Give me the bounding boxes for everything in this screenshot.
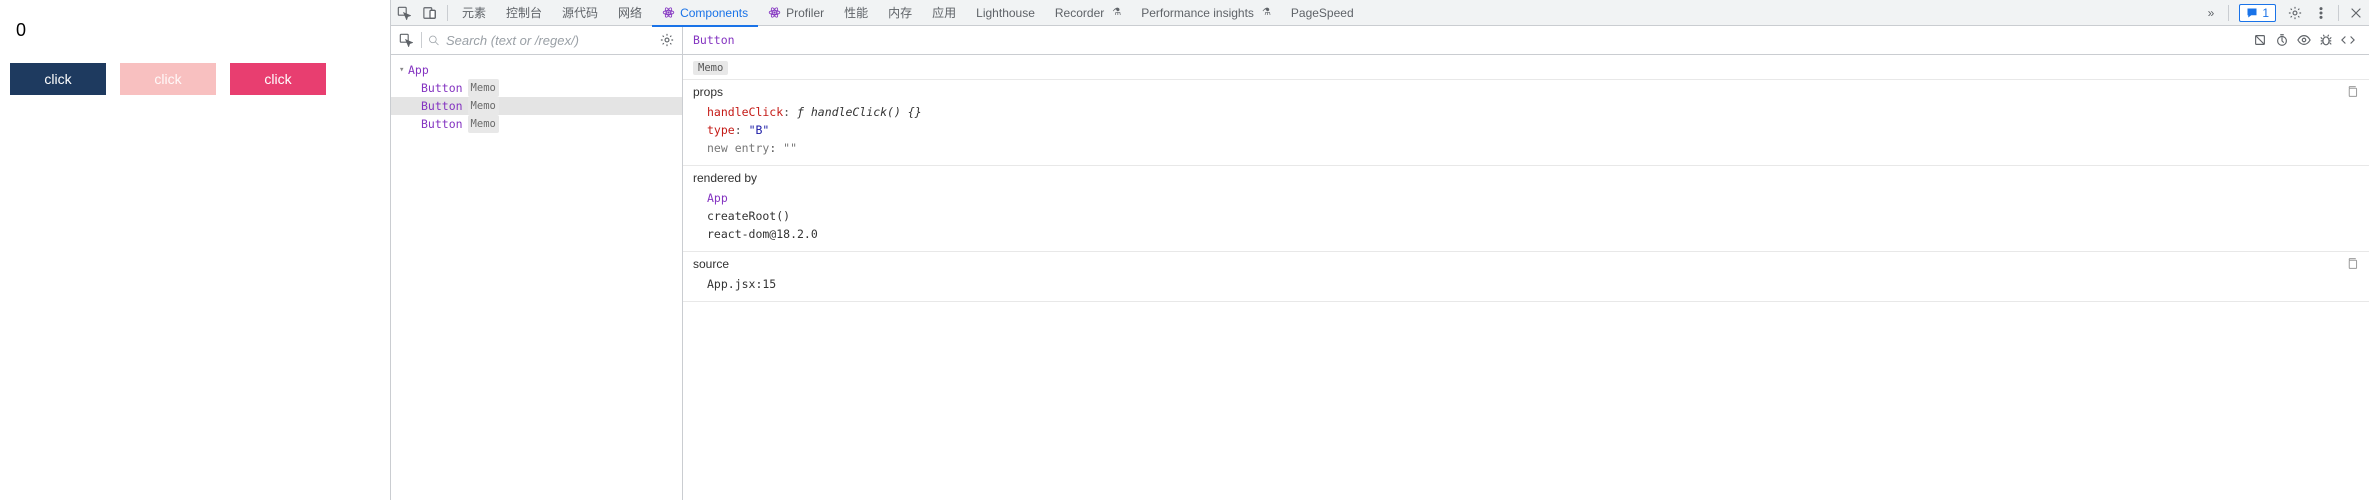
- memo-badge: Memo: [468, 97, 499, 115]
- button-row: click click click: [10, 63, 380, 95]
- rendered-by-section: rendered by App createRoot() react-dom@1…: [683, 166, 2369, 252]
- flask-icon: ⚗: [1262, 7, 1271, 18]
- eye-icon[interactable]: [2293, 29, 2315, 51]
- tree-row-button[interactable]: Button Memo: [391, 79, 682, 97]
- tab-application[interactable]: 应用: [922, 0, 966, 26]
- tab-elements[interactable]: 元素: [452, 0, 496, 26]
- component-tree-column: ▾ App Button Memo Button Memo Button Mem…: [391, 26, 683, 500]
- react-icon: [662, 6, 675, 19]
- memo-badge: Memo: [693, 61, 728, 75]
- search-icon: [428, 34, 440, 47]
- source-row[interactable]: App.jsx:15: [693, 275, 2359, 293]
- source-section: source App.jsx:15: [683, 252, 2369, 302]
- tab-recorder[interactable]: Recorder⚗: [1045, 0, 1131, 26]
- chevron-down-icon: ▾: [399, 61, 408, 79]
- rendered-row[interactable]: createRoot(): [693, 207, 2359, 225]
- rendered-by-heading: rendered by: [693, 171, 757, 185]
- memo-badge: Memo: [468, 115, 499, 133]
- device-toolbar-icon[interactable]: [417, 0, 443, 26]
- rendered-row[interactable]: react-dom@18.2.0: [693, 225, 2359, 243]
- click-button-1[interactable]: click: [10, 63, 106, 95]
- tree-row-button[interactable]: Button Memo: [391, 97, 682, 115]
- page-preview: 0 click click click: [0, 0, 390, 500]
- click-button-2[interactable]: click: [120, 63, 216, 95]
- tab-network[interactable]: 网络: [608, 0, 652, 26]
- devtools-tabstrip: 元素 控制台 源代码 网络 Components Profiler 性能 内存 …: [391, 0, 2369, 26]
- inspect-element-icon[interactable]: [391, 0, 417, 26]
- bug-icon[interactable]: [2315, 29, 2337, 51]
- tab-pagespeed[interactable]: PageSpeed: [1281, 0, 1364, 26]
- hoc-line: Memo: [683, 55, 2369, 80]
- tab-sources[interactable]: 源代码: [552, 0, 608, 26]
- tree-row-button[interactable]: Button Memo: [391, 115, 682, 133]
- tree-row-app[interactable]: ▾ App: [391, 61, 682, 79]
- tab-lighthouse[interactable]: Lighthouse: [966, 0, 1045, 26]
- detail-toolbar: Button: [683, 26, 2369, 55]
- react-icon: [768, 6, 781, 19]
- messages-badge[interactable]: 1: [2239, 4, 2276, 22]
- suspend-icon[interactable]: [2249, 29, 2271, 51]
- tab-performance[interactable]: 性能: [834, 0, 878, 26]
- prop-row[interactable]: type: "B": [693, 121, 2359, 139]
- tree-settings-icon[interactable]: [658, 31, 676, 49]
- props-heading: props: [693, 85, 723, 99]
- prop-row[interactable]: new entry: "": [693, 139, 2359, 157]
- source-heading: source: [693, 257, 729, 271]
- click-button-3[interactable]: click: [230, 63, 326, 95]
- code-icon[interactable]: [2337, 29, 2359, 51]
- counter-value: 0: [16, 20, 380, 41]
- memo-badge: Memo: [468, 79, 499, 97]
- kebab-menu-icon[interactable]: [2308, 0, 2334, 26]
- props-section: props handleClick: ƒ handleClick() {} ty…: [683, 80, 2369, 166]
- tab-profiler[interactable]: Profiler: [758, 0, 834, 26]
- stopwatch-icon[interactable]: [2271, 29, 2293, 51]
- component-detail-column: Button Memo props: [683, 26, 2369, 500]
- close-devtools-icon[interactable]: [2343, 0, 2369, 26]
- component-tree: ▾ App Button Memo Button Memo Button Mem…: [391, 55, 682, 139]
- tab-performance-insights[interactable]: Performance insights⚗: [1131, 0, 1281, 26]
- prop-row[interactable]: handleClick: ƒ handleClick() {}: [693, 103, 2359, 121]
- tree-toolbar: [391, 26, 682, 55]
- copy-icon[interactable]: [2346, 257, 2359, 270]
- message-icon: [2246, 7, 2258, 19]
- search-input[interactable]: [446, 33, 652, 48]
- search-wrap: [428, 33, 652, 48]
- more-tabs-button[interactable]: »: [2198, 0, 2225, 26]
- flask-icon: ⚗: [1112, 7, 1121, 18]
- select-component-icon[interactable]: [397, 31, 415, 49]
- rendered-row[interactable]: App: [693, 189, 2359, 207]
- tab-console[interactable]: 控制台: [496, 0, 552, 26]
- settings-icon[interactable]: [2282, 0, 2308, 26]
- tab-memory[interactable]: 内存: [878, 0, 922, 26]
- selected-component-name: Button: [693, 33, 735, 47]
- devtools-panel: 元素 控制台 源代码 网络 Components Profiler 性能 内存 …: [390, 0, 2369, 500]
- copy-icon[interactable]: [2346, 85, 2359, 98]
- tab-components[interactable]: Components: [652, 0, 758, 26]
